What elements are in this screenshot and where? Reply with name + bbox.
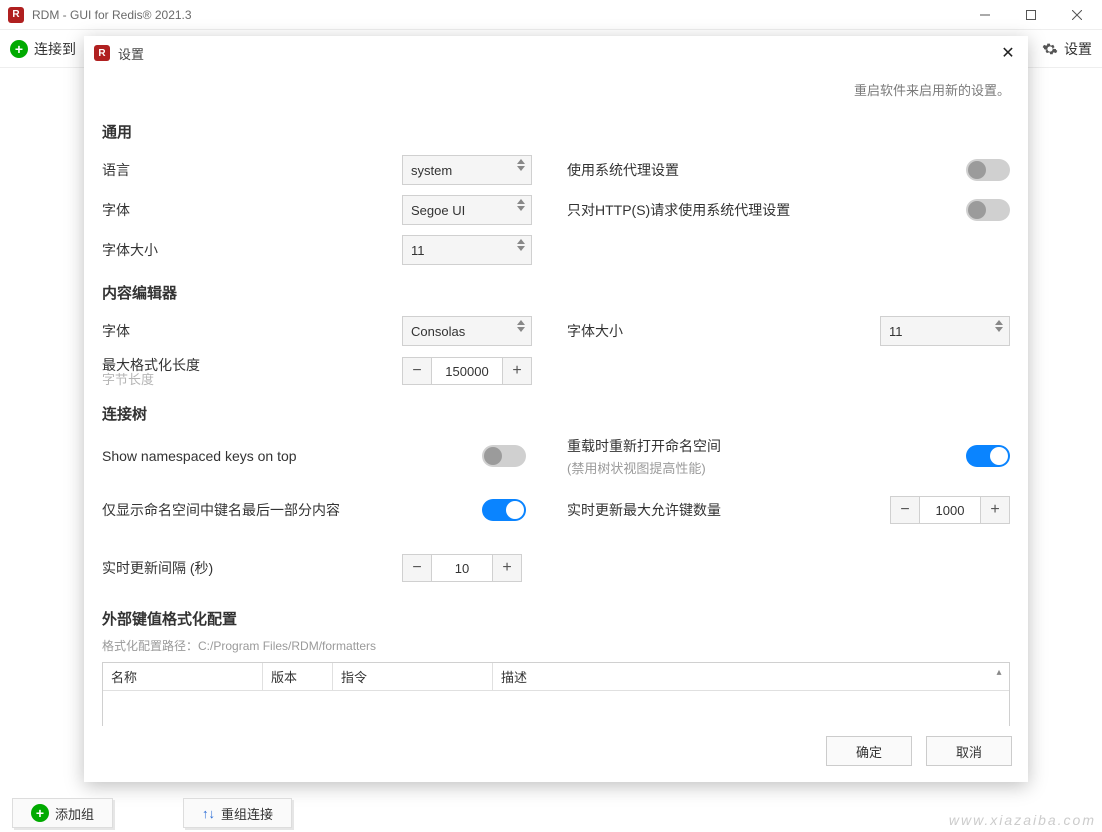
window-maximize-button[interactable]: [1008, 0, 1054, 30]
settings-button[interactable]: 设置: [1064, 39, 1092, 59]
stepper-plus-button[interactable]: +: [502, 357, 532, 385]
language-select[interactable]: system: [402, 155, 532, 185]
fontsize-select[interactable]: 11: [402, 235, 532, 265]
window-titlebar: R RDM - GUI for Redis® 2021.3: [0, 0, 1102, 30]
col-command: 指令: [333, 663, 493, 690]
maxlen-sublabel: 字节长度: [102, 369, 402, 388]
col-desc: 描述: [493, 663, 1009, 690]
section-editor: 内容编辑器: [102, 282, 1010, 303]
dialog-titlebar: R 设置 ✕: [84, 36, 1028, 70]
interval-value[interactable]: 10: [432, 554, 492, 582]
editor-fontsize-value: 11: [889, 324, 903, 339]
scroll-up-icon[interactable]: ▴: [991, 665, 1007, 679]
reopen-toggle[interactable]: [966, 445, 1010, 467]
max-keys-value[interactable]: 1000: [920, 496, 980, 524]
spinner-caret-icon: [995, 320, 1003, 332]
dialog-title: 设置: [118, 44, 998, 63]
interval-stepper[interactable]: − 10 +: [402, 554, 552, 582]
spinner-caret-icon: [517, 239, 525, 251]
reopen-sublabel: (禁用树状视图提高性能): [567, 458, 872, 477]
add-group-label: 添加组: [55, 804, 94, 823]
section-tree: 连接树: [102, 403, 1010, 424]
spinner-caret-icon: [517, 159, 525, 171]
watermark: www.xiazaiba.com: [949, 812, 1096, 828]
reopen-label: 重载时重新打开命名空间: [567, 436, 872, 456]
http-proxy-toggle[interactable]: [966, 199, 1010, 221]
plus-icon: +: [31, 804, 49, 822]
swap-icon: ↑↓: [202, 806, 215, 821]
stepper-minus-button[interactable]: −: [402, 357, 432, 385]
stepper-plus-button[interactable]: +: [492, 554, 522, 582]
col-version: 版本: [263, 663, 333, 690]
font-label: 字体: [102, 200, 402, 220]
use-proxy-label: 使用系统代理设置: [567, 160, 872, 180]
table-header: 名称 版本 指令 描述: [103, 663, 1009, 691]
window-minimize-button[interactable]: [962, 0, 1008, 30]
section-general: 通用: [102, 121, 1010, 142]
editor-font-label: 字体: [102, 321, 402, 341]
editor-font-select[interactable]: Consolas: [402, 316, 532, 346]
ns-top-toggle[interactable]: [482, 445, 526, 467]
font-value: Segoe UI: [411, 203, 465, 218]
ok-button[interactable]: 确定: [826, 736, 912, 766]
fontsize-label: 字体大小: [102, 240, 402, 260]
language-label: 语言: [102, 160, 402, 180]
interval-label: 实时更新间隔 (秒): [102, 558, 402, 578]
dialog-close-button[interactable]: ✕: [998, 43, 1018, 63]
spinner-caret-icon: [517, 320, 525, 332]
ns-top-label: Show namespaced keys on top: [102, 448, 482, 464]
formatters-table: 名称 版本 指令 描述 ▴: [102, 662, 1010, 726]
editor-fontsize-label: 字体大小: [567, 321, 872, 341]
plus-icon: +: [10, 40, 28, 58]
max-keys-label: 实时更新最大允许键数量: [567, 500, 872, 520]
fontsize-value: 11: [411, 243, 425, 258]
editor-fontsize-select[interactable]: 11: [880, 316, 1010, 346]
connect-button[interactable]: 连接到: [34, 39, 76, 59]
table-scrollbar[interactable]: ▴: [991, 665, 1007, 726]
reorder-label: 重组连接: [221, 804, 273, 823]
spinner-caret-icon: [517, 199, 525, 211]
lastpart-label: 仅显示命名空间中键名最后一部分内容: [102, 500, 482, 520]
formatters-path: 格式化配置路径：C:/Program Files/RDM/formatters: [102, 637, 1010, 654]
dialog-footer: 确定 取消: [84, 726, 1028, 782]
http-proxy-label: 只对HTTP(S)请求使用系统代理设置: [567, 200, 872, 220]
stepper-minus-button[interactable]: −: [402, 554, 432, 582]
stepper-plus-button[interactable]: +: [980, 496, 1010, 524]
use-proxy-toggle[interactable]: [966, 159, 1010, 181]
language-value: system: [411, 163, 452, 178]
add-group-button[interactable]: + 添加组: [12, 798, 113, 828]
cancel-button[interactable]: 取消: [926, 736, 1012, 766]
editor-font-value: Consolas: [411, 324, 465, 339]
restart-hint: 重启软件来启用新的设置。: [102, 74, 1010, 109]
section-formatters: 外部键值格式化配置: [102, 608, 1010, 629]
window-close-button[interactable]: [1054, 0, 1100, 30]
app-icon: R: [94, 45, 110, 61]
font-select[interactable]: Segoe UI: [402, 195, 532, 225]
lastpart-toggle[interactable]: [482, 499, 526, 521]
settings-dialog: R 设置 ✕ 重启软件来启用新的设置。 通用 语言 system 使用系统代理设…: [84, 36, 1028, 782]
gear-icon: [1042, 41, 1058, 57]
maxlen-value[interactable]: 150000: [432, 357, 502, 385]
col-name: 名称: [103, 663, 263, 690]
window-title: RDM - GUI for Redis® 2021.3: [32, 8, 962, 22]
max-keys-stepper[interactable]: − 1000 +: [890, 496, 1010, 524]
bottom-toolbar: + 添加组 ↑↓ 重组连接: [12, 798, 292, 828]
stepper-minus-button[interactable]: −: [890, 496, 920, 524]
reorder-connections-button[interactable]: ↑↓ 重组连接: [183, 798, 292, 828]
app-icon: R: [8, 7, 24, 23]
maxlen-stepper[interactable]: − 150000 +: [402, 357, 552, 385]
